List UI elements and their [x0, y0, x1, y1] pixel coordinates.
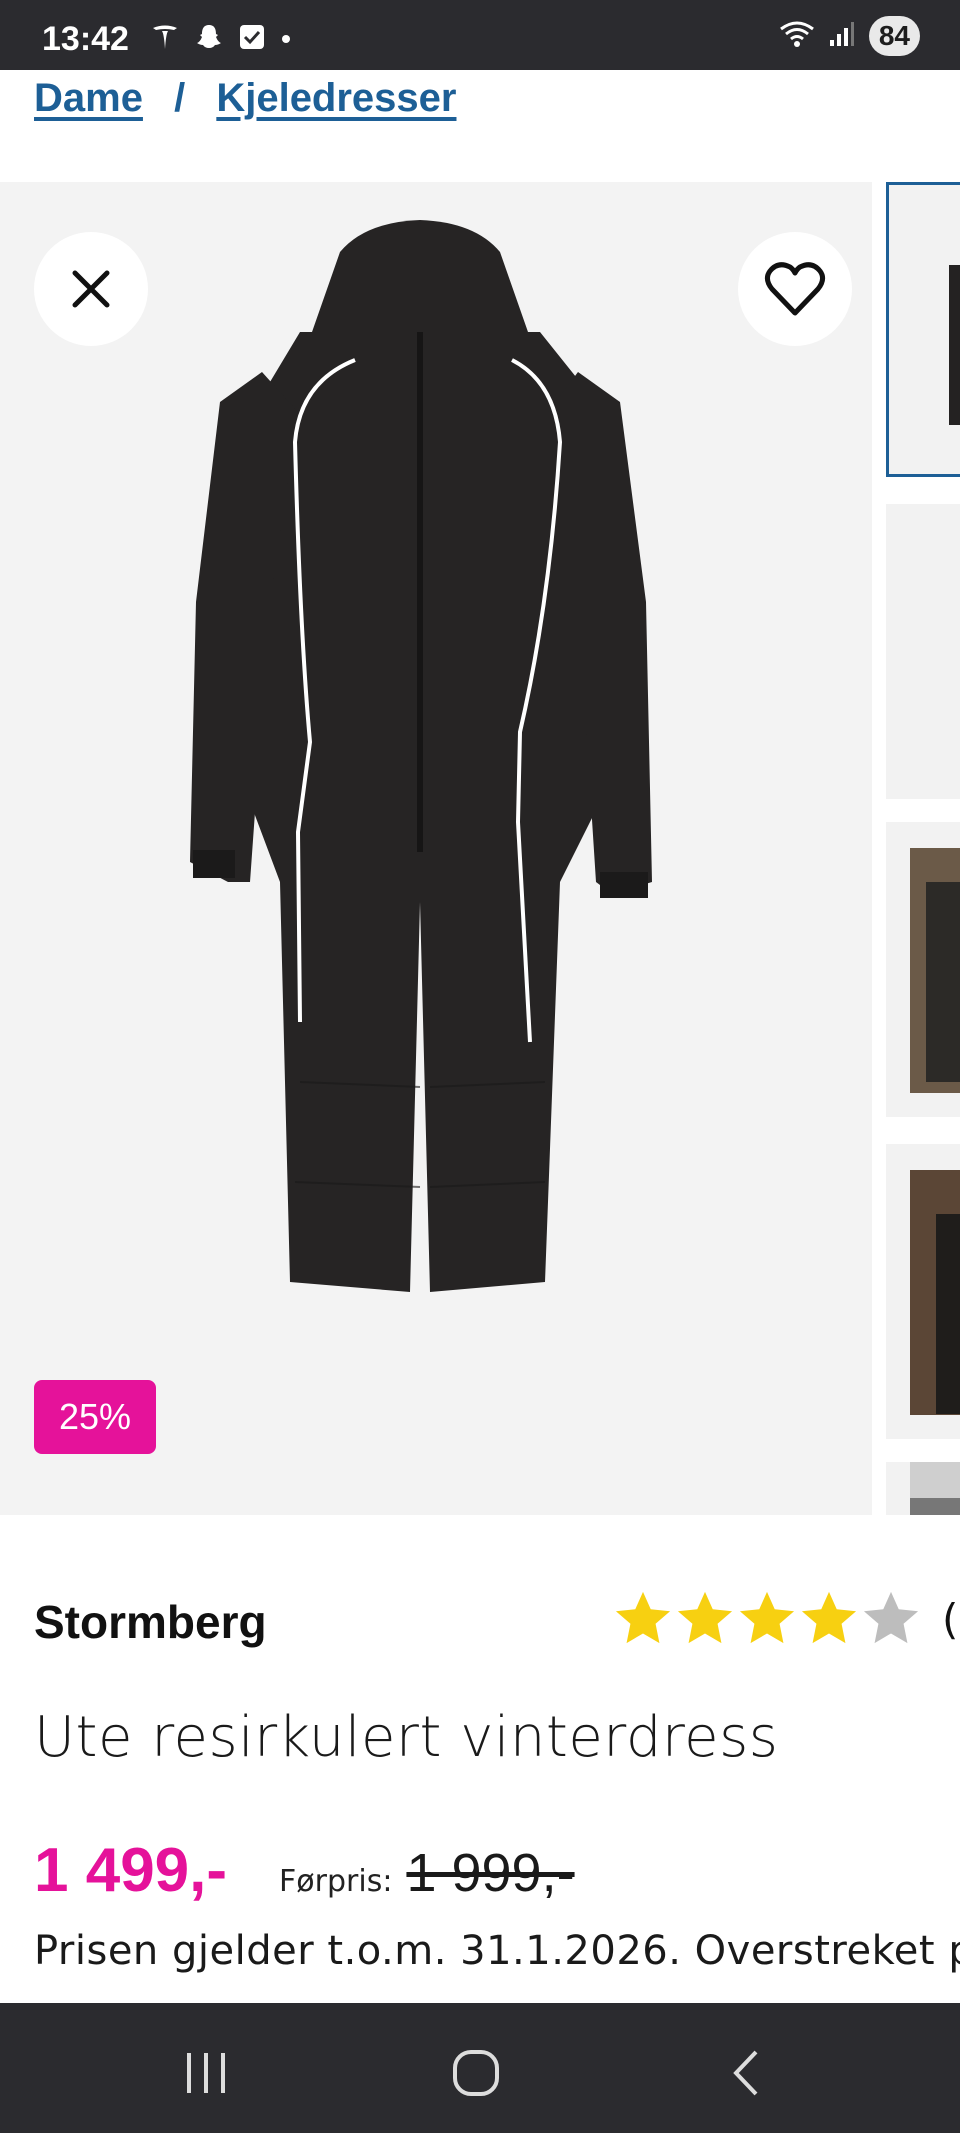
star-filled-icon [677, 1591, 733, 1644]
thumbnail-4[interactable] [886, 1144, 960, 1439]
wifi-icon [779, 19, 815, 53]
current-price: 1 499,- [34, 1836, 228, 1905]
star-filled-icon [801, 1591, 857, 1644]
product-image [190, 220, 652, 1292]
review-count[interactable]: ( [942, 1595, 958, 1644]
recent-apps-icon [187, 2053, 225, 2093]
breadcrumb: Dame / Kjeledresser [34, 76, 456, 121]
thumbnail-2[interactable] [886, 504, 960, 799]
breadcrumb-separator: / [174, 76, 186, 120]
star-filled-icon [615, 1591, 671, 1644]
product-title: Ute resirkulert vinterdress [34, 1705, 779, 1770]
heart-icon [764, 262, 826, 316]
notification-icons [150, 22, 292, 56]
favorite-button[interactable] [738, 232, 852, 346]
snapchat-icon [194, 22, 224, 56]
tesla-icon [150, 22, 180, 56]
thumbnail-3[interactable] [886, 822, 960, 1117]
breadcrumb-kjeledresser[interactable]: Kjeledresser [216, 76, 456, 120]
price-note: Prisen gjelder t.o.m. 31.1.2026. Overstr… [34, 1928, 960, 1974]
signal-icon [829, 20, 855, 52]
thumbnail-strip [886, 182, 960, 1515]
breadcrumb-dame[interactable]: Dame [34, 76, 143, 120]
star-empty-icon [863, 1591, 919, 1644]
prior-price-label: Førpris: [279, 1864, 393, 1899]
thumbnail-1[interactable] [886, 182, 960, 477]
status-bar: 13:42 84 [0, 0, 960, 70]
price-row: 1 499,- Førpris: 1 999,- [34, 1835, 575, 1915]
status-time: 13:42 [42, 20, 129, 58]
prior-price: 1 999,- [406, 1843, 575, 1903]
status-right: 84 [779, 16, 920, 56]
back-button[interactable] [716, 2043, 776, 2103]
navigation-bar [0, 2003, 960, 2133]
battery-indicator: 84 [868, 16, 920, 56]
thumbnail-5[interactable] [886, 1462, 960, 1515]
brand-rating-row: Stormberg ( [34, 1591, 960, 1665]
recent-apps-button[interactable] [176, 2043, 236, 2103]
home-icon [453, 2050, 499, 2096]
dot-icon [280, 30, 292, 49]
discount-badge: 25% [34, 1380, 156, 1454]
close-icon [72, 270, 110, 308]
rating-stars[interactable] [614, 1589, 920, 1647]
checkbox-icon [238, 23, 266, 55]
close-button[interactable] [34, 232, 148, 346]
star-filled-icon [739, 1591, 795, 1644]
product-image-gallery[interactable]: 25% [0, 182, 872, 1515]
home-button[interactable] [446, 2043, 506, 2103]
back-icon [733, 2050, 758, 2096]
